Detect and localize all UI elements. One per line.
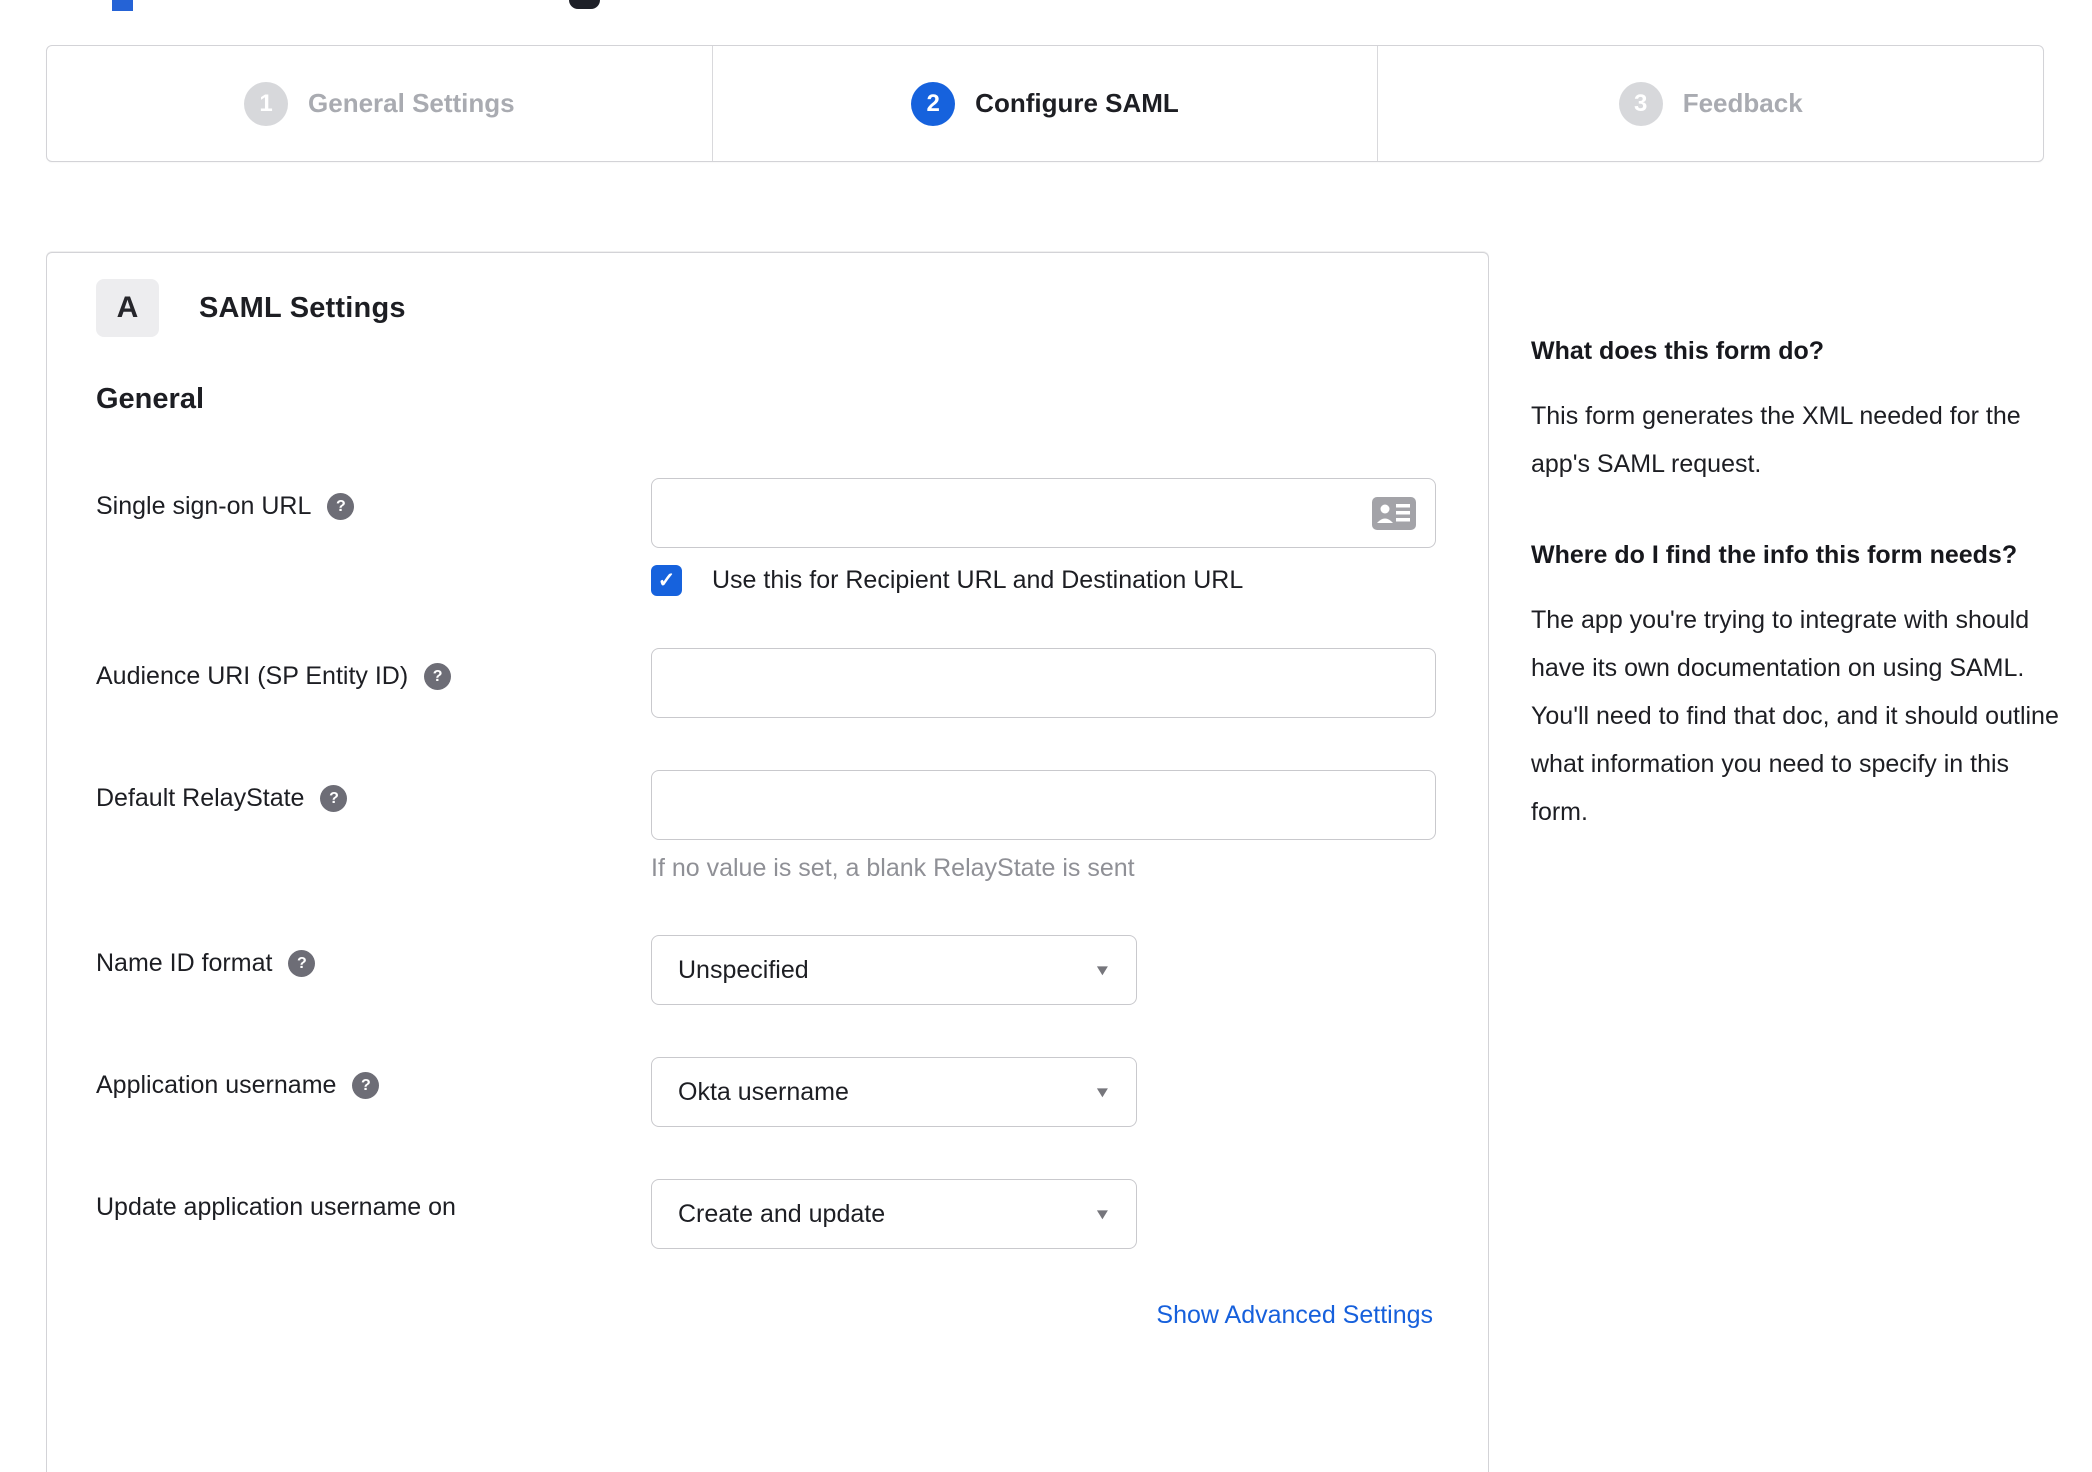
section-a-badge: A bbox=[96, 279, 159, 337]
relaystate-hint: If no value is set, a blank RelayState i… bbox=[651, 854, 1135, 882]
recipient-url-checkbox-row: ✓ Use this for Recipient URL and Destina… bbox=[651, 565, 1436, 596]
wizard-stepper: 1 General Settings 2 Configure SAML 3 Fe… bbox=[46, 45, 2044, 162]
row-application-username: Application username ? Okta username ▼ bbox=[96, 1057, 1433, 1127]
step-label: General Settings bbox=[308, 88, 515, 118]
general-subsection-title: General bbox=[96, 383, 204, 415]
row-default-relaystate: Default RelayState ? If no value is set,… bbox=[96, 770, 1436, 883]
chevron-down-icon: ▼ bbox=[1093, 1205, 1112, 1223]
row-audience-uri: Audience URI (SP Entity ID) ? bbox=[96, 648, 1436, 718]
contact-card-icon[interactable] bbox=[1372, 497, 1416, 530]
row-name-id-format: Name ID format ? Unspecified ▼ bbox=[96, 935, 1433, 1005]
help-icon[interactable]: ? bbox=[288, 950, 316, 977]
step-configure-saml[interactable]: 2 Configure SAML bbox=[711, 46, 1378, 161]
header-icon-fragment bbox=[569, 0, 600, 9]
step-number-badge: 2 bbox=[911, 81, 956, 126]
row-update-app-username: Update application username on Create an… bbox=[96, 1179, 1433, 1249]
sso-url-input[interactable] bbox=[651, 478, 1436, 548]
row-single-sign-on-url: Single sign-on URL ? ✓ Use this for Reci… bbox=[96, 478, 1436, 596]
application-username-label: Application username bbox=[96, 1071, 337, 1099]
audience-uri-label: Audience URI (SP Entity ID) bbox=[96, 662, 409, 690]
help-icon[interactable]: ? bbox=[327, 493, 355, 520]
audience-uri-input[interactable] bbox=[651, 648, 1436, 718]
step-number-badge: 1 bbox=[244, 81, 289, 126]
name-id-format-label: Name ID format bbox=[96, 949, 273, 977]
step-label: Configure SAML bbox=[975, 88, 1179, 118]
application-username-select[interactable]: Okta username ▼ bbox=[651, 1057, 1137, 1127]
help-heading-2: Where do I find the info this form needs… bbox=[1531, 541, 2018, 569]
show-advanced-settings-link[interactable]: Show Advanced Settings bbox=[1156, 1301, 1433, 1329]
saml-settings-panel: A SAML Settings General Single sign-on U… bbox=[46, 252, 1489, 1472]
update-app-username-label: Update application username on bbox=[96, 1193, 456, 1221]
help-body-2: The app you're trying to integrate with … bbox=[1531, 606, 2059, 826]
step-number-badge: 3 bbox=[1618, 81, 1663, 126]
step-feedback[interactable]: 3 Feedback bbox=[1377, 46, 2043, 161]
help-icon[interactable]: ? bbox=[352, 1072, 380, 1099]
help-sidebar: What does this form do? This form genera… bbox=[1531, 326, 2059, 878]
chevron-down-icon: ▼ bbox=[1093, 1083, 1112, 1101]
help-icon[interactable]: ? bbox=[320, 785, 348, 812]
section-header: A SAML Settings bbox=[96, 279, 1433, 337]
default-relaystate-label: Default RelayState bbox=[96, 784, 305, 812]
update-app-username-select[interactable]: Create and update ▼ bbox=[651, 1179, 1137, 1249]
step-label: Feedback bbox=[1682, 88, 1803, 118]
sso-url-label: Single sign-on URL bbox=[96, 492, 312, 520]
default-relaystate-input[interactable] bbox=[651, 770, 1436, 840]
step-general-settings[interactable]: 1 General Settings bbox=[47, 46, 712, 161]
saml-form: Single sign-on URL ? ✓ Use this for Reci… bbox=[96, 478, 1436, 1330]
help-icon[interactable]: ? bbox=[424, 663, 452, 690]
chevron-down-icon: ▼ bbox=[1093, 961, 1112, 979]
help-body-1: This form generates the XML needed for t… bbox=[1531, 402, 2021, 478]
recipient-url-checkbox-label: Use this for Recipient URL and Destinati… bbox=[712, 566, 1244, 594]
recipient-url-checkbox[interactable]: ✓ bbox=[651, 565, 682, 596]
logo-fragment bbox=[112, 0, 133, 11]
section-title: SAML Settings bbox=[199, 291, 406, 324]
name-id-format-select[interactable]: Unspecified ▼ bbox=[651, 935, 1137, 1005]
help-heading-1: What does this form do? bbox=[1531, 337, 1825, 365]
